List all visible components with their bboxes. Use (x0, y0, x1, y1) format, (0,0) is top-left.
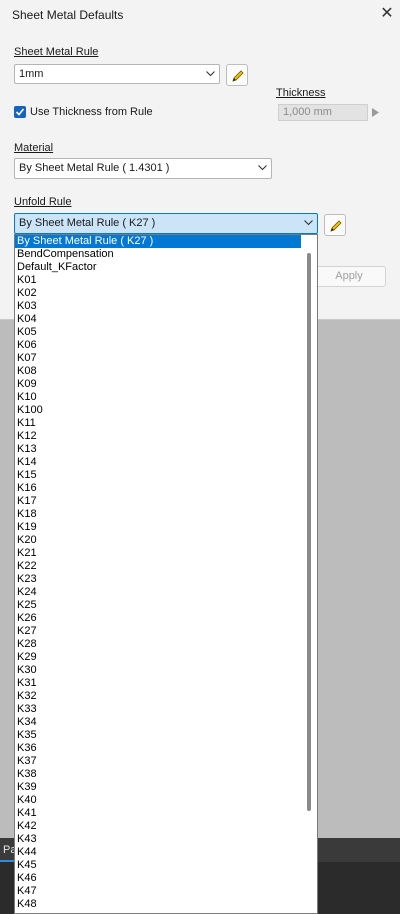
list-item[interactable]: K29 (15, 651, 317, 664)
edit-sheet-metal-rule-button[interactable] (226, 64, 248, 86)
material-label: Material (14, 142, 53, 154)
scrollbar-thumb[interactable] (307, 253, 311, 811)
list-item[interactable]: K07 (15, 352, 317, 365)
unfold-rule-options: By Sheet Metal Rule ( K27 ) BendCompensat… (15, 235, 317, 911)
list-item[interactable]: K33 (15, 703, 317, 716)
list-item[interactable]: By Sheet Metal Rule ( K27 ) (15, 235, 301, 248)
apply-button[interactable]: Apply (312, 266, 386, 287)
list-item[interactable]: K100 (15, 404, 317, 417)
list-item[interactable]: K34 (15, 716, 317, 729)
thickness-input[interactable]: 1,000 mm (278, 104, 368, 121)
list-item[interactable]: K35 (15, 729, 317, 742)
list-item[interactable]: K08 (15, 365, 317, 378)
pencil-icon (330, 220, 342, 232)
list-item[interactable]: K40 (15, 794, 317, 807)
material-label-text: Material (14, 142, 54, 154)
unfold-rule-label-text: Unfold Rule (14, 196, 72, 208)
edit-unfold-rule-button[interactable] (324, 214, 346, 236)
list-item[interactable]: K37 (15, 755, 317, 768)
list-item[interactable]: Default_KFactor (15, 261, 317, 274)
use-thickness-label[interactable]: Use Thickness from Rule (30, 106, 153, 118)
sheet-metal-rule-label-text: Sheet Metal Rule (14, 46, 99, 58)
list-item[interactable]: K17 (15, 495, 317, 508)
list-item[interactable]: K30 (15, 664, 317, 677)
play-arrow-icon[interactable] (372, 108, 379, 117)
list-item[interactable]: K31 (15, 677, 317, 690)
chevron-down-icon (203, 65, 217, 83)
list-item[interactable]: K45 (15, 859, 317, 872)
list-item[interactable]: K16 (15, 482, 317, 495)
pencil-icon (232, 70, 244, 82)
list-item[interactable]: K28 (15, 638, 317, 651)
list-item[interactable]: K38 (15, 768, 317, 781)
list-item[interactable]: K06 (15, 339, 317, 352)
close-icon[interactable]: ✕ (378, 4, 396, 24)
list-item[interactable]: BendCompensation (15, 248, 317, 261)
sheet-metal-rule-value: 1mm (19, 68, 44, 80)
list-item[interactable]: K36 (15, 742, 317, 755)
list-item[interactable]: K24 (15, 586, 317, 599)
list-item[interactable]: K03 (15, 300, 317, 313)
checkmark-icon (15, 108, 25, 116)
unfold-rule-dropdown[interactable]: By Sheet Metal Rule ( K27 ) (14, 213, 318, 234)
list-item[interactable]: K46 (15, 872, 317, 885)
list-item[interactable]: K15 (15, 469, 317, 482)
list-item[interactable]: K20 (15, 534, 317, 547)
list-item[interactable]: K44 (15, 846, 317, 859)
list-item[interactable]: K12 (15, 430, 317, 443)
list-item[interactable]: K41 (15, 807, 317, 820)
unfold-rule-value: By Sheet Metal Rule ( K27 ) (19, 217, 156, 229)
list-item[interactable]: K19 (15, 521, 317, 534)
list-item[interactable]: K13 (15, 443, 317, 456)
list-item[interactable]: K26 (15, 612, 317, 625)
list-item[interactable]: K21 (15, 547, 317, 560)
list-item[interactable]: K22 (15, 560, 317, 573)
thickness-label: Thickness (276, 87, 326, 99)
list-item[interactable]: K48 (15, 898, 317, 911)
dialog-title: Sheet Metal Defaults (12, 8, 124, 22)
unfold-rule-label: Unfold Rule (14, 196, 71, 208)
list-item[interactable]: K25 (15, 599, 317, 612)
list-item[interactable]: K39 (15, 781, 317, 794)
list-item[interactable]: K11 (15, 417, 317, 430)
use-thickness-checkbox[interactable] (14, 106, 26, 118)
list-item[interactable]: K43 (15, 833, 317, 846)
list-item[interactable]: K32 (15, 690, 317, 703)
list-item[interactable]: K02 (15, 287, 317, 300)
background-tab[interactable]: Pa (0, 838, 16, 862)
list-item[interactable]: K05 (15, 326, 317, 339)
sheet-metal-rule-label: Sheet Metal Rule (14, 46, 98, 58)
thickness-label-text: Thickness (276, 87, 326, 99)
list-item[interactable]: K14 (15, 456, 317, 469)
list-item[interactable]: K18 (15, 508, 317, 521)
list-item[interactable]: K09 (15, 378, 317, 391)
list-item[interactable]: K01 (15, 274, 317, 287)
list-item[interactable]: K42 (15, 820, 317, 833)
unfold-rule-options-list[interactable]: By Sheet Metal Rule ( K27 ) BendCompensat… (14, 234, 318, 914)
material-value: By Sheet Metal Rule ( 1.4301 ) (19, 162, 170, 174)
list-item[interactable]: K10 (15, 391, 317, 404)
sheet-metal-rule-dropdown[interactable]: 1mm (14, 64, 220, 84)
material-dropdown[interactable]: By Sheet Metal Rule ( 1.4301 ) (14, 158, 272, 179)
list-item[interactable]: K27 (15, 625, 317, 638)
list-item[interactable]: K47 (15, 885, 317, 898)
chevron-down-icon (301, 214, 315, 233)
chevron-down-icon (255, 159, 269, 178)
list-item[interactable]: K23 (15, 573, 317, 586)
list-item[interactable]: K04 (15, 313, 317, 326)
